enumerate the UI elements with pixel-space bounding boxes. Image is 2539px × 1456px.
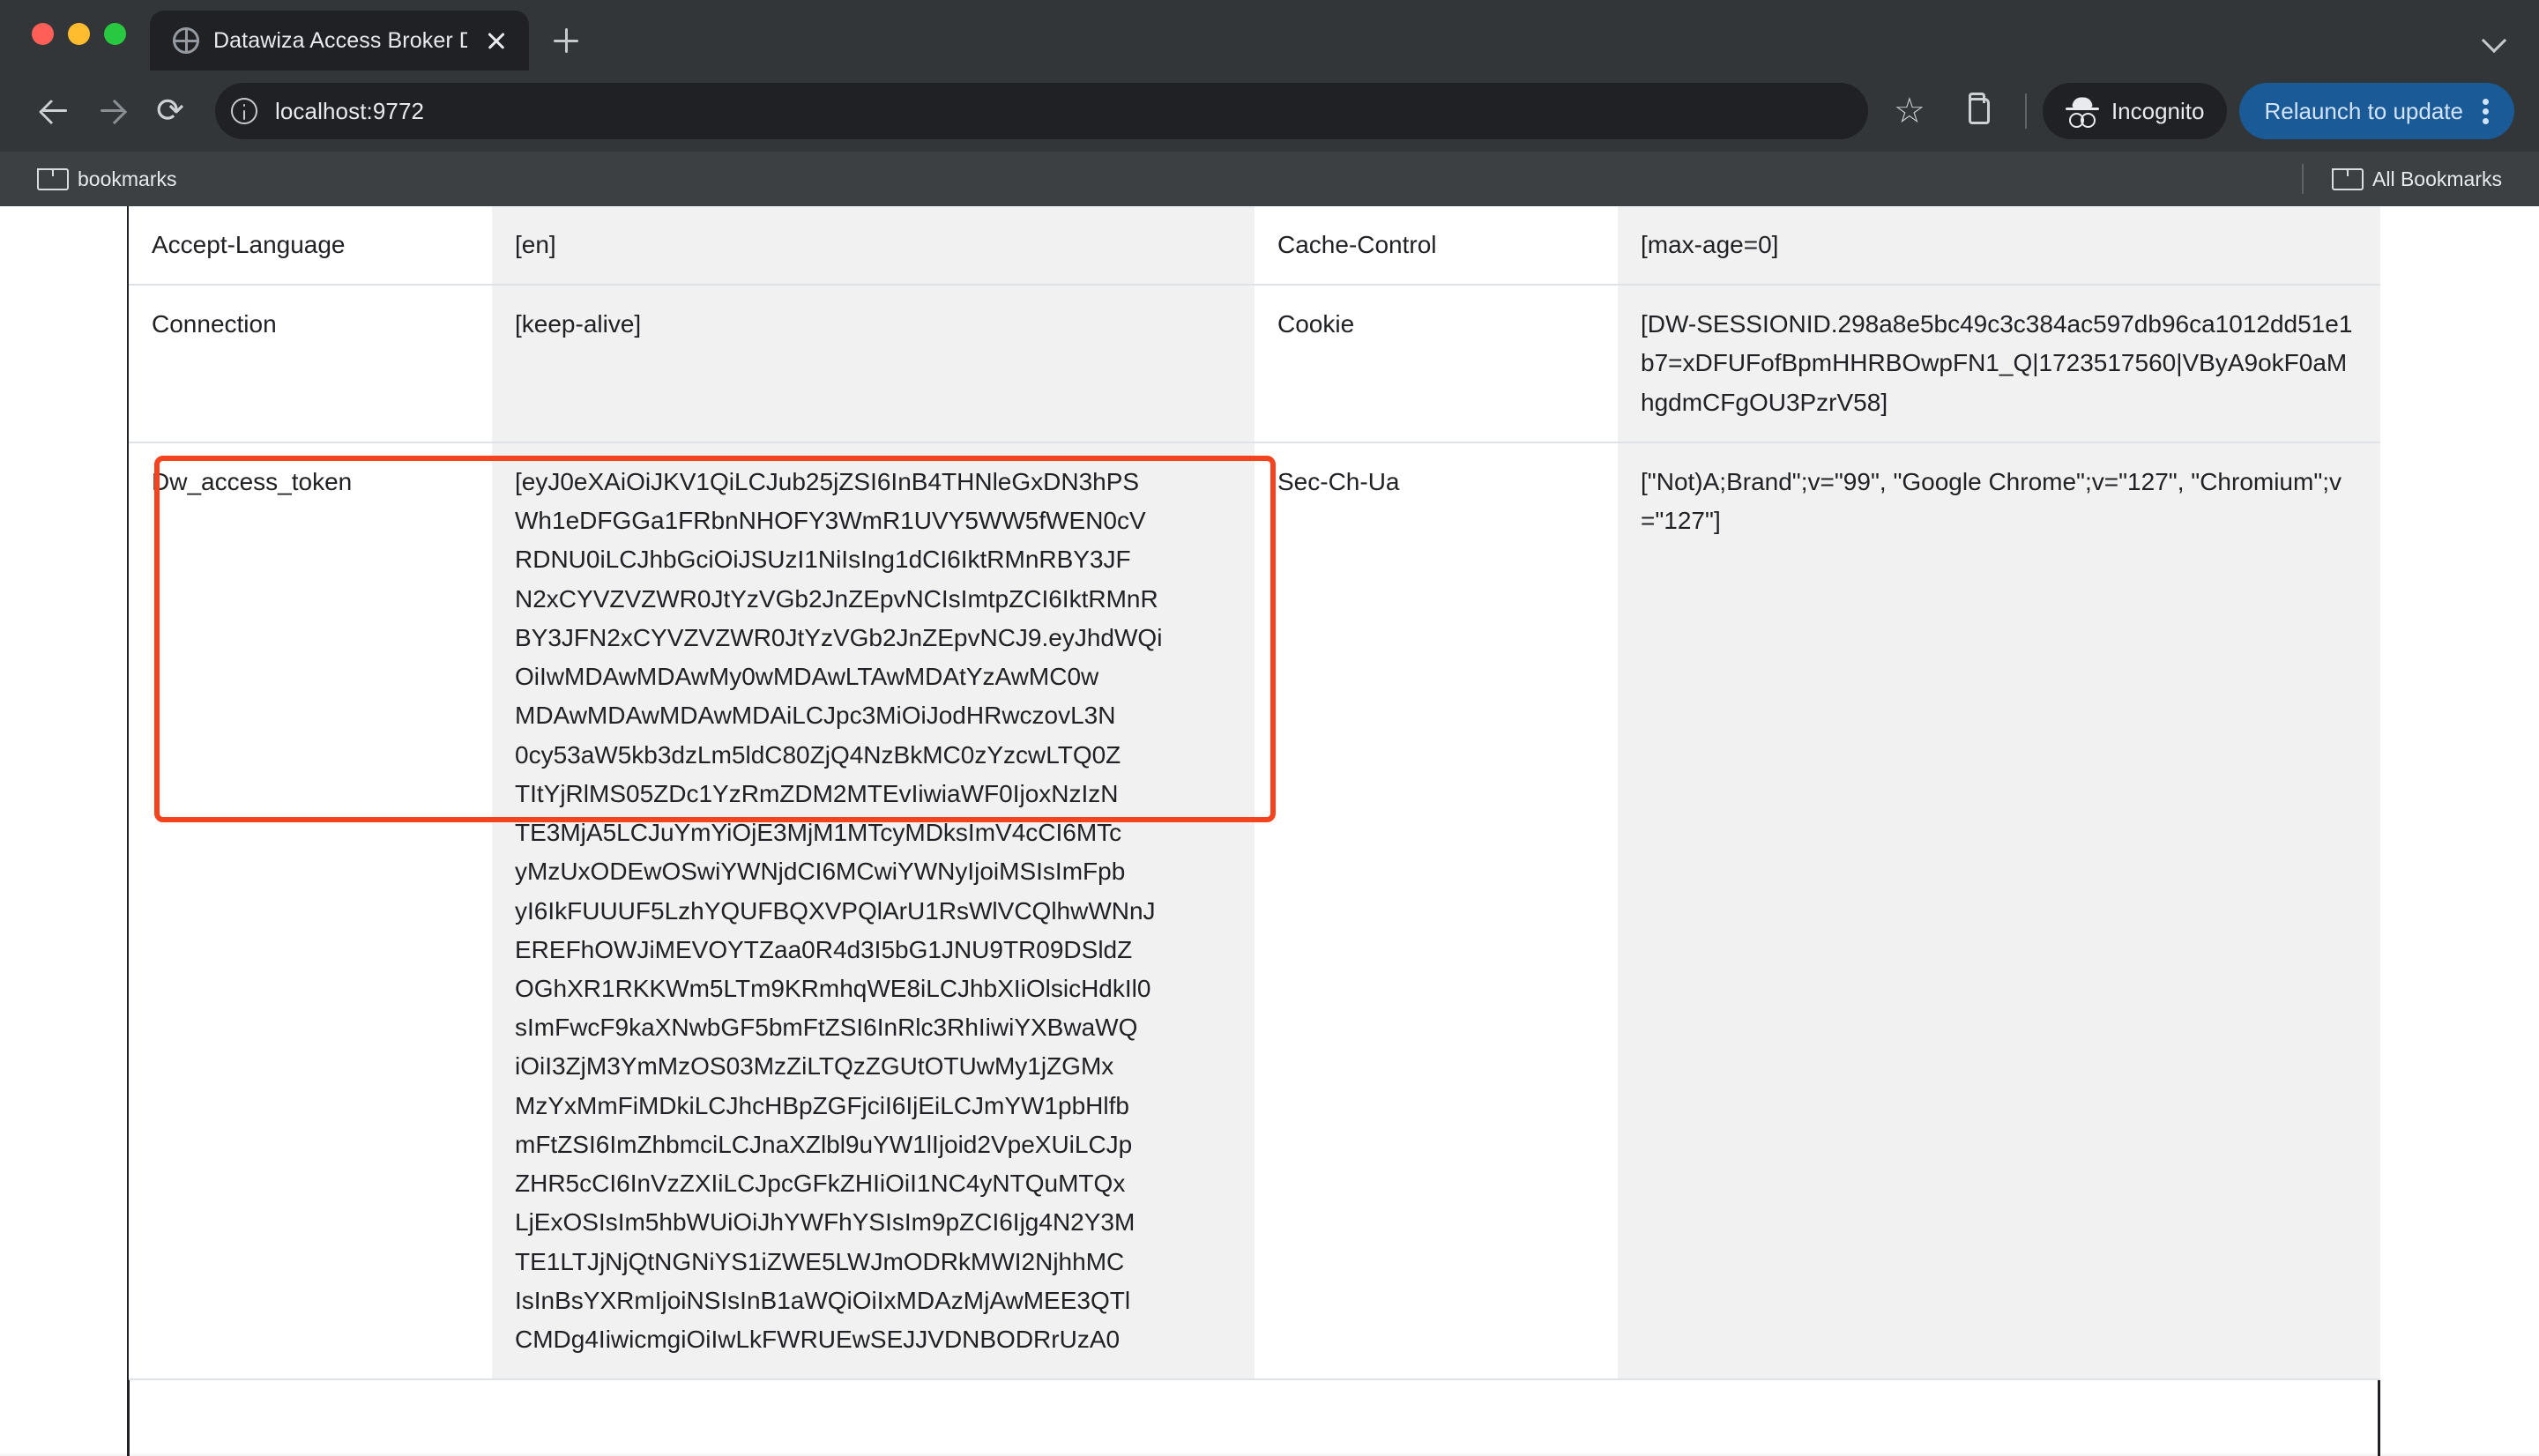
token-line: 0cy53aW5kb3dzLm5ldC80ZjQ4NzBkMC0zYzcwLTQ… [515,740,1121,769]
token-line: MDAwMDAwMDAwMDAiLCJpc3MiOiJodHRwczovL3N [515,702,1116,730]
bookmark-label: bookmarks [78,167,177,190]
token-line: CMDg4IiwicmgiOiIwLkFWRUEwSEJJVDNBODRrUzA… [515,1326,1121,1354]
title-bar: Datawiza Access Broker Demo [0,0,2539,71]
reload-icon[interactable]: ⟳ [141,82,199,140]
incognito-indicator[interactable]: Incognito [2042,83,2228,139]
globe-icon [173,27,199,54]
window-controls[interactable] [32,23,126,45]
browser-tab[interactable]: Datawiza Access Broker Demo [150,11,529,71]
bookmark-star-icon[interactable]: ☆ [1880,82,1939,140]
browser-window: Datawiza Access Broker Demo ⟳ localhost:… [0,0,2539,1456]
table-row: Connection [keep-alive] Cookie [DW-SESSI… [129,285,2380,443]
token-line: sImFwcF9kaXNwbGF5bmFtZSI6InRlc3RhIiwiYXB… [515,1014,1138,1042]
header-key: Connection [129,285,492,443]
close-icon[interactable] [481,26,511,56]
tab-strip: Datawiza Access Broker Demo [150,0,2539,71]
token-line: yMzUxODEwOSwiYWNjdCI6MCwiYWNyIjoiMSIsImF… [515,858,1126,886]
token-line: N2xCYVZVZWR0JtYzVGb2JnZEpvNCIsImtpZCI6Ik… [515,584,1158,613]
token-line: MzYxMmFiMDkiLCJhcHBpZGFjciI6IjEiLCJmYW1p… [515,1091,1129,1119]
page-bottom-edge [0,1452,2539,1456]
header-value: [keep-alive] [492,285,1255,443]
all-bookmarks-button[interactable]: All Bookmarks [2319,162,2514,197]
token-line: LjExOSIsIm5hbWUiOiJhYWFhYSIsIm9pZCI6Ijg4… [515,1208,1135,1237]
token-line: iOiI3ZjM3YmMzOS03MzZiLTQzZGUtOTUwMy1jZGM… [515,1052,1114,1081]
token-line: yI6IkFUUUF5LzhYQUFBQXVPQlArU1RsWlVCQlhwW… [515,896,1156,925]
kebab-menu-icon[interactable] [2479,93,2495,129]
table-row: Accept-Language [en] Cache-Control [max-… [129,206,2380,286]
bookmarks-bar: bookmarks All Bookmarks [0,152,2539,206]
token-line: mFtZSI6ImZhbmciLCJnaXZlbl9uYW1lIjoid2Vpe… [515,1130,1133,1158]
header-key: Accept-Language [129,206,492,286]
url-text[interactable]: localhost:9772 [275,98,1856,125]
minimize-window-button[interactable] [68,23,90,45]
token-line: Wh1eDFGGa1FRbnNHOFY3WmR1UVY5WW5fWEN0cV [515,507,1146,535]
relaunch-to-update-button[interactable]: Relaunch to update [2239,83,2514,139]
header-value-dw-access-token: [eyJ0eXAiOiJKV1QiLCJub25jZSI6InB4THNleGx… [492,442,1255,1381]
extensions-puzzle-icon[interactable] [1951,82,2009,140]
token-line: TItYjRlMS05ZDc1YzRmZDM2MTEvIiwiaWF0IjoxN… [515,779,1119,807]
table-row-dw-access-token: Dw_access_token [eyJ0eXAiOiJKV1QiLCJub25… [129,442,2380,1381]
token-line: OGhXR1RKKWm5LTm9KRmhqWE8iLCJhbXIiOlsicHd… [515,974,1151,1002]
header-value-2: ["Not)A;Brand";v="99", "Google Chrome";v… [1618,442,2380,1381]
header-key-2: Cache-Control [1255,206,1618,286]
bookmark-item-bookmarks[interactable]: bookmarks [25,162,189,197]
maximize-window-button[interactable] [104,23,126,45]
new-tab-button[interactable] [540,14,592,67]
request-headers-page: Accept-Language [en] Cache-Control [max-… [0,206,2539,1381]
browser-toolbar: ⟳ localhost:9772 ☆ Incognito Relaunch to… [0,71,2539,152]
all-bookmarks-label: All Bookmarks [2372,167,2502,190]
page-viewport[interactable]: Accept-Language [en] Cache-Control [max-… [0,206,2539,1456]
header-value: [en] [492,206,1255,286]
toolbar-divider [2024,93,2027,129]
token-line: RDNU0iLCJhbGciOiJSUzI1NiIsIng1dCI6IktRMn… [515,546,1131,574]
forward-arrow-icon[interactable] [83,82,141,140]
header-key-2: Sec-Ch-Ua [1255,442,1618,1381]
token-line: ZHR5cCI6InVzZXIiLCJpcGFkZHIiOiI1NC4yNTQu… [515,1170,1126,1198]
header-key: Dw_access_token [129,442,492,1381]
request-headers-table: Accept-Language [en] Cache-Control [max-… [129,206,2380,1381]
header-key-2: Cookie [1255,285,1618,443]
folder-icon [2332,167,2364,190]
relaunch-label: Relaunch to update [2264,97,2463,124]
incognito-icon [2065,97,2099,128]
folder-icon [37,167,69,190]
token-line: OiIwMDAwMDAwMy0wMDAwLTAwMDAtYzAwMC0w [515,663,1099,691]
chevron-down-icon[interactable] [2479,23,2509,53]
header-value-2: [max-age=0] [1618,206,2380,286]
header-value-2: [DW-SESSIONID.298a8e5bc49c3c384ac597db96… [1618,285,2380,443]
token-line: EREFhOWJiMEVOYTZaa0R4d3I5bG1JNU9TR09DSld… [515,935,1133,963]
token-line: BY3JFN2xCYVZVZWR0JtYzVGb2JnZEpvNCJ9.eyJh… [515,623,1163,651]
token-line: [eyJ0eXAiOiJKV1QiLCJub25jZSI6InB4THNleGx… [515,467,1140,495]
token-line: IsInBsYXRmIjoiNSIsInB1aWQiOiIxMDAzMjAwME… [515,1286,1131,1314]
tab-title: Datawiza Access Broker Demo [213,27,467,53]
close-window-button[interactable] [32,23,54,45]
address-bar[interactable]: localhost:9772 [215,83,1868,139]
site-info-icon[interactable] [222,89,266,133]
token-line: TE1LTJjNjQtNGNiYS1iZWE5LWJmODRkMWI2NjhhM… [515,1247,1125,1275]
bookmarks-divider [2302,164,2304,194]
token-line: TE3MjA5LCJuYmYiOjE3MjM1MTcyMDksImV4cCI6M… [515,819,1122,847]
back-arrow-icon[interactable] [25,82,83,140]
incognito-label: Incognito [2111,97,2205,124]
